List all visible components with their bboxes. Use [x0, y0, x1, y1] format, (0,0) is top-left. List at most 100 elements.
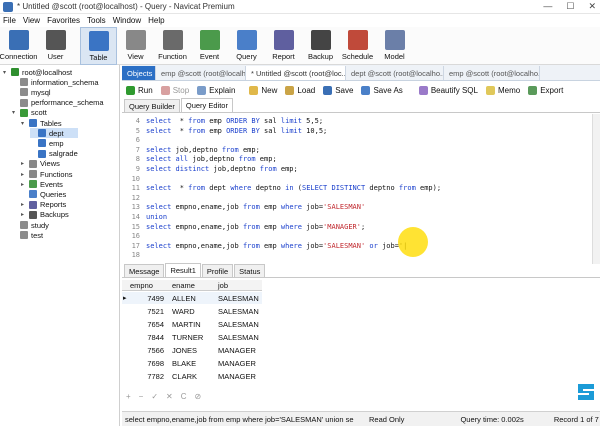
table-row[interactable]: 7654 MARTIN SALESMAN [122, 318, 262, 330]
table-row[interactable]: 7844 TURNER SALESMAN [122, 331, 262, 343]
toolbar-user-button[interactable]: User [37, 27, 74, 65]
grid-footer-button[interactable]: C [181, 392, 187, 402]
tree-item-dept[interactable]: dept [30, 128, 78, 139]
load-button[interactable]: Load [285, 85, 315, 95]
tree-item-emp[interactable]: emp [30, 138, 64, 148]
tree-item-test[interactable]: test [12, 230, 43, 240]
tree-item-queries[interactable]: Queries [21, 189, 66, 199]
cell-ename[interactable]: CLARK [172, 372, 197, 381]
beautify-sql-button[interactable]: Beautify SQL [418, 85, 478, 95]
cell-empno[interactable]: 7844 [130, 333, 164, 342]
cell-ename[interactable]: ALLEN [172, 294, 196, 303]
cell-ename[interactable]: WARD [172, 307, 195, 316]
expander-icon[interactable]: ▾ [3, 69, 9, 76]
toolbar-report-button[interactable]: Report [265, 27, 302, 65]
table-row[interactable]: 7566 JONES MANAGER [122, 344, 262, 356]
cell-job[interactable]: SALESMAN [218, 333, 259, 342]
explain-button[interactable]: Explain [197, 85, 235, 95]
cell-ename[interactable]: TURNER [172, 333, 203, 342]
cell-ename[interactable]: BLAKE [172, 359, 196, 368]
tree-item-events[interactable]: ▸ Events [21, 179, 63, 189]
tree-item-functions[interactable]: ▸ Functions [21, 169, 73, 179]
table-row[interactable]: 7698 BLAKE MANAGER [122, 357, 262, 369]
object-tab[interactable]: emp @scott (root@localhos... [156, 66, 246, 80]
cell-ename[interactable]: JONES [172, 346, 197, 355]
cell-job[interactable]: SALESMAN [218, 307, 259, 316]
expander-icon[interactable]: ▸ [21, 171, 27, 178]
column-header-empno[interactable]: empno [130, 281, 153, 290]
menu-tools[interactable]: Tools [87, 16, 106, 25]
object-tab[interactable]: emp @scott (root@localho... [444, 66, 540, 80]
maximize-button[interactable]: ☐ [566, 1, 574, 12]
close-button[interactable]: ✕ [588, 1, 596, 12]
menu-help[interactable]: Help [148, 16, 164, 25]
object-tab[interactable]: dept @scott (root@localho... [346, 66, 444, 80]
tree-item-information-schema[interactable]: information_schema [12, 77, 99, 87]
tab-query-editor[interactable]: Query Editor [180, 98, 233, 112]
table-row[interactable]: 7521 WARD SALESMAN [122, 305, 262, 317]
cell-job[interactable]: SALESMAN [218, 320, 259, 329]
toolbar-query-button[interactable]: Query [228, 27, 265, 65]
toolbar-model-button[interactable]: Model [376, 27, 413, 65]
expander-icon[interactable]: ▸ [21, 211, 27, 218]
column-header-job[interactable]: job [218, 281, 228, 290]
tab-message[interactable]: Message [124, 264, 165, 277]
tree-item-backups[interactable]: ▸ Backups [21, 210, 69, 220]
tree-item-reports[interactable]: ▸ Reports [21, 200, 66, 210]
toolbar-view-button[interactable]: View [117, 27, 154, 65]
cell-job[interactable]: MANAGER [218, 359, 256, 368]
tree-item-scott[interactable]: ▾ scott [12, 108, 47, 118]
cell-empno[interactable]: 7654 [130, 320, 164, 329]
table-row[interactable]: ▸ 7499 ALLEN SALESMAN [122, 292, 262, 304]
column-header-ename[interactable]: ename [172, 281, 195, 290]
tree-item-performance-schema[interactable]: performance_schema [12, 98, 104, 108]
grid-footer-button[interactable]: ✓ [151, 392, 158, 402]
toolbar-event-button[interactable]: Event [191, 27, 228, 65]
grid-footer-button[interactable]: − [139, 392, 144, 402]
toolbar-backup-button[interactable]: Backup [302, 27, 339, 65]
tab-query-builder[interactable]: Query Builder [124, 99, 180, 112]
cell-job[interactable]: MANAGER [218, 372, 256, 381]
menu-file[interactable]: File [3, 16, 16, 25]
save-button[interactable]: Save [323, 85, 353, 95]
tab-status[interactable]: Status [234, 264, 266, 277]
cell-job[interactable]: SALESMAN [218, 294, 259, 303]
toolbar-schedule-button[interactable]: Schedule [339, 27, 376, 65]
sql-editor[interactable]: 4 select * from emp ORDER BY sal limit 5,… [122, 114, 592, 264]
tab-result1[interactable]: Result1 [165, 263, 201, 277]
expander-icon[interactable]: ▾ [12, 109, 18, 116]
stop-button[interactable]: Stop [160, 85, 189, 95]
new-button[interactable]: New [249, 85, 277, 95]
save-as-button[interactable]: Save As [361, 85, 403, 95]
grid-footer-button[interactable]: ✕ [166, 392, 173, 402]
minimize-button[interactable]: — [543, 1, 552, 12]
cell-empno[interactable]: 7499 [130, 294, 164, 303]
export-button[interactable]: Export [528, 85, 563, 95]
toolbar-table-button[interactable]: Table [80, 27, 117, 65]
cell-empno[interactable]: 7521 [130, 307, 164, 316]
memo-button[interactable]: Memo [485, 85, 520, 95]
cell-empno[interactable]: 7566 [130, 346, 164, 355]
expander-icon[interactable]: ▾ [21, 120, 27, 127]
tree-item-study[interactable]: study [12, 220, 49, 230]
cell-job[interactable]: MANAGER [218, 346, 256, 355]
cell-empno[interactable]: 7782 [130, 372, 164, 381]
run-button[interactable]: Run [126, 85, 153, 95]
toolbar-connection-button[interactable]: Connection [0, 27, 37, 65]
grid-footer-button[interactable]: ⊘ [195, 392, 202, 402]
tab-profile[interactable]: Profile [201, 264, 234, 277]
grid-footer-button[interactable]: + [126, 392, 131, 402]
tree-item-tables[interactable]: ▾ Tables [21, 118, 62, 128]
expander-icon[interactable]: ▸ [21, 201, 27, 208]
cell-ename[interactable]: MARTIN [172, 320, 201, 329]
menu-favorites[interactable]: Favorites [47, 16, 80, 25]
tree-item-mysql[interactable]: mysql [12, 87, 51, 97]
tree-item-views[interactable]: ▸ Views [21, 159, 60, 169]
cell-empno[interactable]: 7698 [130, 359, 164, 368]
menu-window[interactable]: Window [113, 16, 141, 25]
toolbar-function-button[interactable]: Function [154, 27, 191, 65]
editor-scrollbar[interactable] [592, 114, 600, 264]
expander-icon[interactable]: ▸ [21, 181, 27, 188]
tab-objects[interactable]: Objects [122, 66, 156, 80]
expander-icon[interactable]: ▸ [21, 160, 27, 167]
